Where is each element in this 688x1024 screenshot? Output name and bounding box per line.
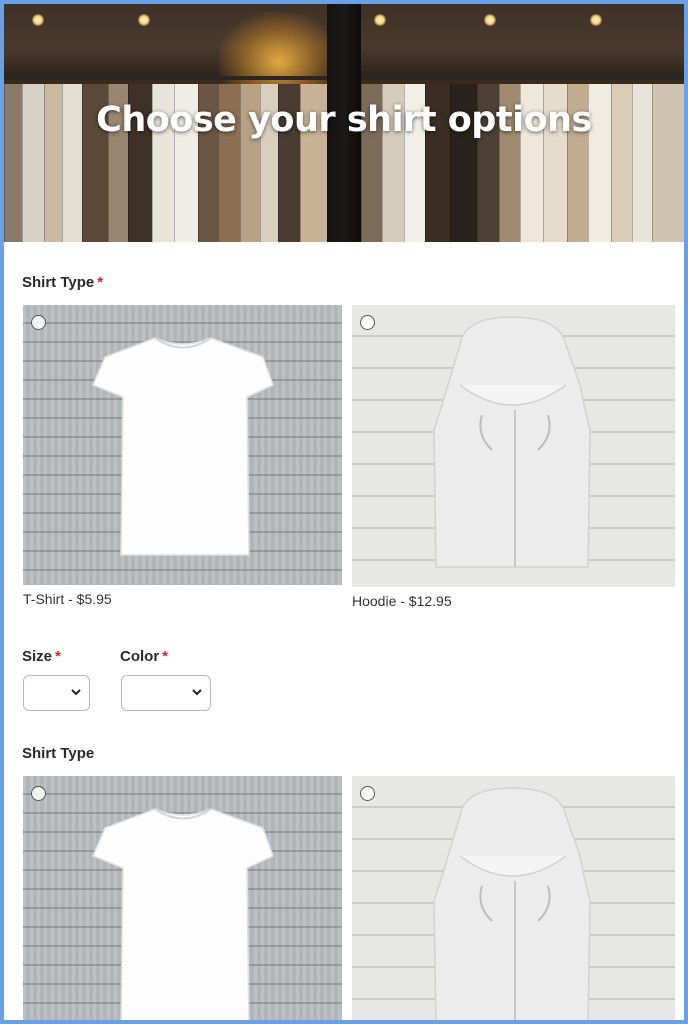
t-shirt-option[interactable] xyxy=(23,305,342,585)
shirt-type-label-text: Shirt Type xyxy=(22,274,95,291)
hoodie-option-2[interactable] xyxy=(352,776,675,1020)
required-mark: * xyxy=(162,648,169,665)
clothing-rail xyxy=(4,76,327,80)
page-title: Choose your shirt options xyxy=(96,100,592,140)
lamp-icon xyxy=(32,14,44,26)
color-label-text: Color xyxy=(120,648,160,665)
lamp-icon xyxy=(138,14,150,26)
shirt-type-label-2: Shirt Type xyxy=(22,745,95,762)
shirt-type-label: Shirt Type * xyxy=(22,274,103,291)
hoodie-image xyxy=(433,316,591,568)
header-banner: Choose your shirt options xyxy=(4,4,684,242)
hoodie-radio[interactable] xyxy=(360,315,375,330)
t-shirt-option-2[interactable] xyxy=(23,776,342,1020)
lamp-icon xyxy=(590,14,602,26)
lamp-icon xyxy=(374,14,386,26)
t-shirt-image xyxy=(92,337,274,556)
chevron-down-icon xyxy=(192,689,202,696)
hoodie-radio-2[interactable] xyxy=(360,786,375,801)
t-shirt-radio[interactable] xyxy=(31,315,46,330)
chevron-down-icon xyxy=(71,689,81,696)
required-mark: * xyxy=(97,274,104,291)
t-shirt-image xyxy=(92,808,274,1020)
hoodie-option[interactable] xyxy=(352,305,675,587)
lamp-icon xyxy=(484,14,496,26)
required-mark: * xyxy=(55,648,61,665)
color-select[interactable] xyxy=(121,675,211,711)
size-label: Size * xyxy=(22,648,61,665)
form-frame: Choose your shirt options Shirt Type * T-… xyxy=(4,4,684,1020)
color-label: Color * xyxy=(120,648,168,665)
t-shirt-radio-2[interactable] xyxy=(31,786,46,801)
size-select[interactable] xyxy=(23,675,90,711)
clothing-rail xyxy=(361,76,684,80)
hoodie-caption: Hoodie - $12.95 xyxy=(352,593,452,609)
t-shirt-caption: T-Shirt - $5.95 xyxy=(23,591,112,607)
hoodie-image xyxy=(433,787,591,1020)
size-label-text: Size xyxy=(22,648,53,665)
